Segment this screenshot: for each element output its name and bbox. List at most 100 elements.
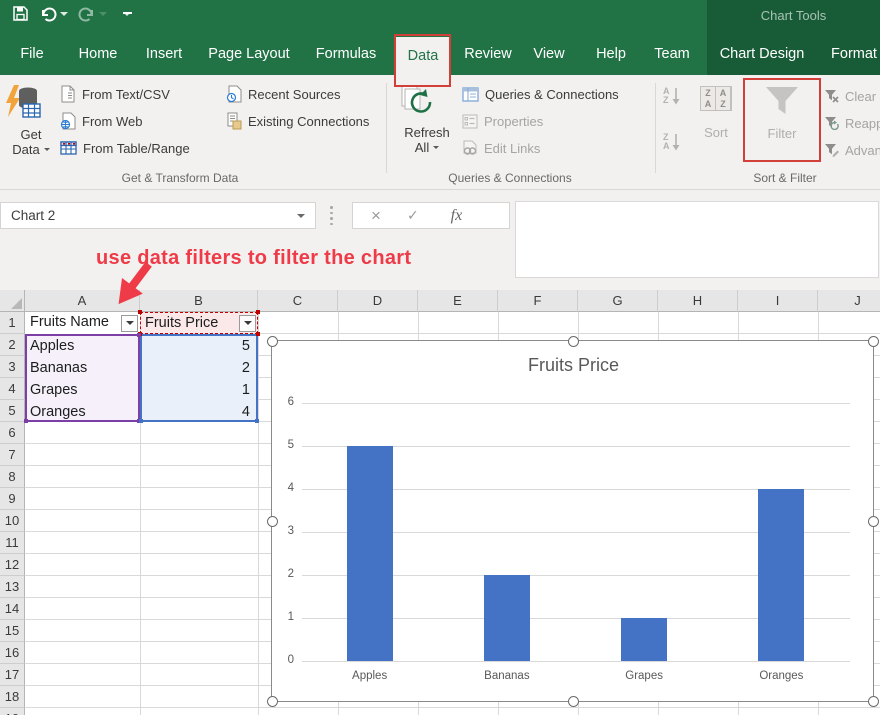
refresh-all-label-2: All — [415, 140, 429, 155]
cell-b5[interactable]: 4 — [142, 402, 256, 424]
get-data-icon — [2, 83, 60, 123]
select-all-corner[interactable] — [0, 290, 25, 312]
chart-selection-handle[interactable] — [568, 696, 579, 707]
cell-b1[interactable]: Fruits Price — [140, 312, 258, 334]
row-header-5[interactable]: 5 — [0, 400, 25, 422]
queries-connections-button[interactable]: Queries & Connections — [462, 83, 619, 105]
row-header-2[interactable]: 2 — [0, 334, 25, 356]
column-header-e[interactable]: E — [418, 290, 498, 312]
edit-links-label: Edit Links — [484, 141, 540, 156]
from-text-csv-button[interactable]: From Text/CSV — [60, 83, 170, 105]
name-box[interactable]: Chart 2 — [0, 202, 316, 229]
fruits-price-chart[interactable]: Fruits Price 0123456ApplesBananasGrapesO… — [271, 340, 874, 702]
row-header-4[interactable]: 4 — [0, 378, 25, 400]
column-header-j[interactable]: J — [818, 290, 880, 312]
chart-selection-handle[interactable] — [568, 336, 579, 347]
row-header-17[interactable]: 17 — [0, 664, 25, 686]
chart-selection-handle[interactable] — [868, 516, 879, 527]
chart-selection-handle[interactable] — [267, 516, 278, 527]
tab-view[interactable]: View — [524, 33, 574, 75]
existing-connections-button[interactable]: Existing Connections — [226, 110, 369, 132]
bar-bananas[interactable] — [484, 575, 530, 661]
filter-funnel-icon — [764, 86, 800, 116]
tab-file[interactable]: File — [10, 33, 54, 75]
row-header-16[interactable]: 16 — [0, 642, 25, 664]
insert-function-icon[interactable]: fx — [451, 207, 463, 225]
tab-insert[interactable]: Insert — [136, 33, 192, 75]
formula-input[interactable] — [515, 201, 879, 278]
row-header-15[interactable]: 15 — [0, 620, 25, 642]
chart-selection-handle[interactable] — [868, 696, 879, 707]
row-header-10[interactable]: 10 — [0, 510, 25, 532]
name-box-dropdown-icon[interactable] — [297, 214, 305, 218]
column-header-c[interactable]: C — [258, 290, 338, 312]
cell-a2[interactable]: Apples — [27, 336, 138, 358]
row-header-7[interactable]: 7 — [0, 444, 25, 466]
row-header-14[interactable]: 14 — [0, 598, 25, 620]
undo-icon[interactable] — [39, 6, 57, 22]
chart-tools-label: Chart Tools — [707, 8, 880, 23]
row-header-6[interactable]: 6 — [0, 422, 25, 444]
column-header-f[interactable]: F — [498, 290, 578, 312]
refresh-all-button[interactable]: Refresh All — [398, 83, 456, 155]
row-header-19[interactable]: 19 — [0, 708, 25, 715]
column-header-h[interactable]: H — [658, 290, 738, 312]
enter-icon[interactable]: ✓ — [407, 207, 419, 224]
tab-team[interactable]: Team — [644, 33, 700, 75]
row-header-11[interactable]: 11 — [0, 532, 25, 554]
row-header-9[interactable]: 9 — [0, 488, 25, 510]
value-range-b2-b5[interactable]: 5214 — [140, 334, 258, 422]
tab-formulas[interactable]: Formulas — [306, 33, 386, 75]
tab-row: FileHomeInsertPage LayoutFormulasDataRev… — [0, 33, 880, 75]
cancel-icon[interactable]: × — [371, 206, 381, 226]
chart-selection-handle[interactable] — [267, 696, 278, 707]
chart-selection-handle[interactable] — [868, 336, 879, 347]
tab-review[interactable]: Review — [458, 33, 518, 75]
row-header-3[interactable]: 3 — [0, 356, 25, 378]
tab-chart-design[interactable]: Chart Design — [710, 33, 814, 75]
row-header-12[interactable]: 12 — [0, 554, 25, 576]
existing-connections-icon — [226, 112, 242, 130]
cell-a5[interactable]: Oranges — [27, 402, 138, 424]
row-header-13[interactable]: 13 — [0, 576, 25, 598]
formula-bar-drag-handle[interactable] — [330, 206, 333, 225]
from-web-label: From Web — [82, 114, 142, 129]
recent-sources-icon — [226, 85, 242, 103]
column-header-d[interactable]: D — [338, 290, 418, 312]
row-header-8[interactable]: 8 — [0, 466, 25, 488]
cell-b4[interactable]: 1 — [142, 380, 256, 402]
tab-help[interactable]: Help — [586, 33, 636, 75]
bar-oranges[interactable] — [758, 489, 804, 661]
bar-apples[interactable] — [347, 446, 393, 661]
chart-selection-handle[interactable] — [267, 336, 278, 347]
cell-a1[interactable]: Fruits Name — [25, 312, 140, 334]
from-table-range-button[interactable]: From Table/Range — [60, 137, 190, 159]
cell-b3[interactable]: 2 — [142, 358, 256, 380]
category-range-a2-a5[interactable]: ApplesBananasGrapesOranges — [25, 334, 140, 422]
row-header-18[interactable]: 18 — [0, 686, 25, 708]
cell-a4[interactable]: Grapes — [27, 380, 138, 402]
recent-sources-button[interactable]: Recent Sources — [226, 83, 341, 105]
bar-grapes[interactable] — [621, 618, 667, 661]
filter-label: Filter — [746, 126, 818, 141]
filter-dropdown-b[interactable] — [239, 315, 256, 332]
chart-title: Fruits Price — [272, 355, 875, 376]
row-header-1[interactable]: 1 — [0, 312, 25, 334]
filter-button: Filter — [746, 86, 818, 141]
tab-page-layout[interactable]: Page Layout — [200, 33, 298, 75]
cell-a3[interactable]: Bananas — [27, 358, 138, 380]
cell-b2[interactable]: 5 — [142, 336, 256, 358]
get-data-button[interactable]: Get Data — [2, 83, 60, 157]
tab-data[interactable]: Data — [396, 37, 450, 79]
tab-format[interactable]: Format — [824, 33, 880, 75]
customize-toolbar-icon[interactable] — [123, 12, 131, 16]
table-icon — [60, 140, 77, 156]
undo-dropdown-icon[interactable] — [60, 12, 68, 16]
tab-home[interactable]: Home — [70, 33, 126, 75]
recent-sources-label: Recent Sources — [248, 87, 341, 102]
filter-dropdown-a[interactable] — [121, 315, 138, 332]
column-header-i[interactable]: I — [738, 290, 818, 312]
from-web-button[interactable]: From Web — [60, 110, 142, 132]
save-icon[interactable] — [12, 5, 29, 22]
column-header-g[interactable]: G — [578, 290, 658, 312]
